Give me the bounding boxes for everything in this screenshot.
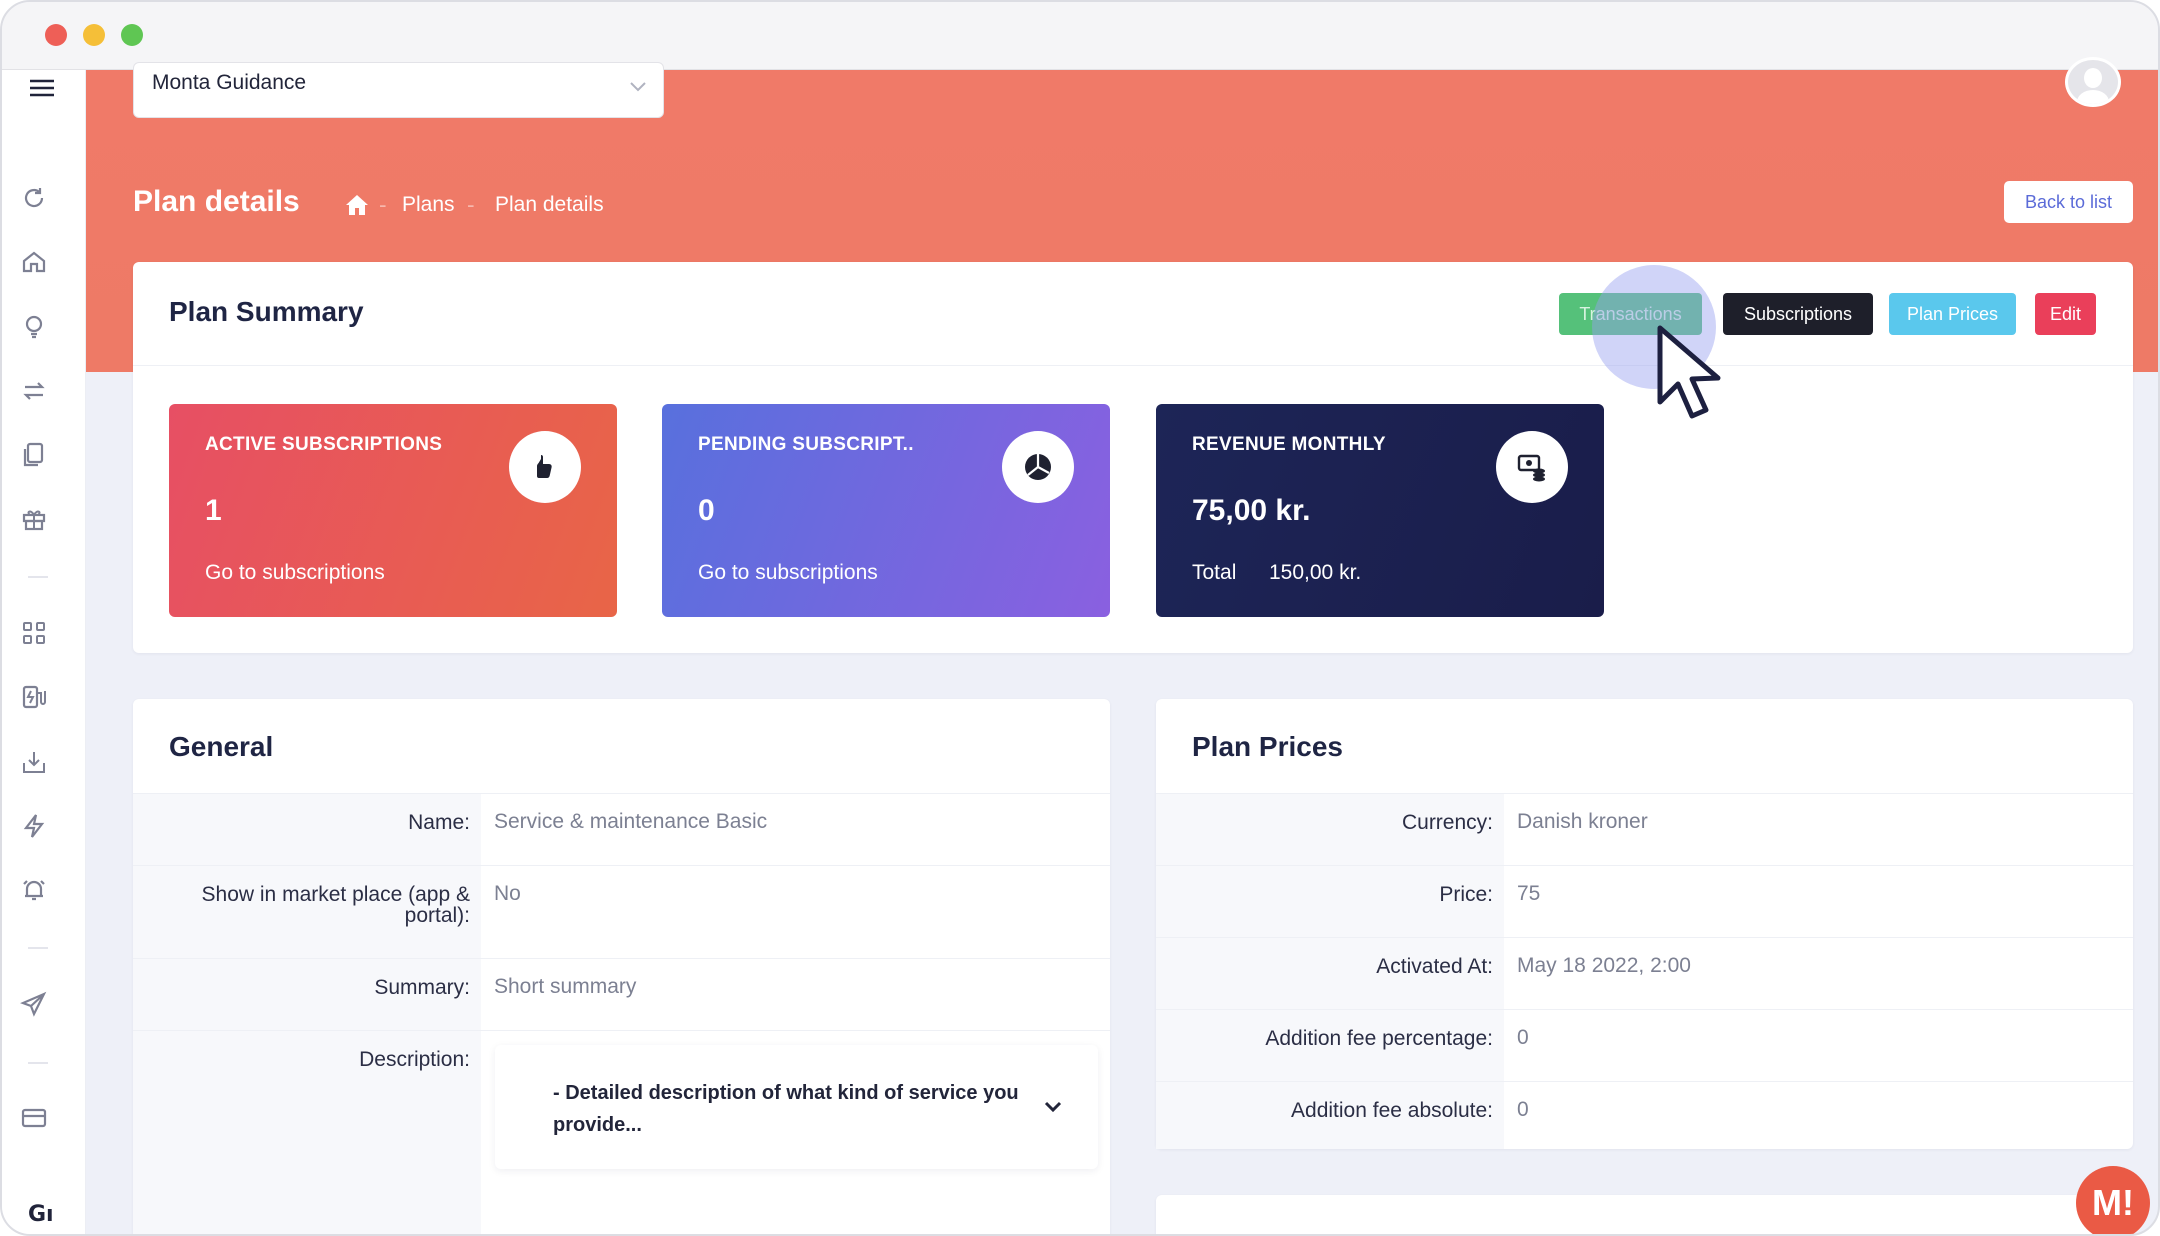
field-value: May 18 2022, 2:00 [1517, 954, 1691, 977]
field-row: Show in market place (app & portal): No [133, 866, 1110, 959]
card-icon[interactable] [20, 1104, 48, 1132]
subscriptions-button[interactable]: Subscriptions [1723, 293, 1873, 335]
lightbulb-icon[interactable] [20, 313, 48, 341]
breadcrumb-separator: - [467, 193, 475, 217]
field-row: Addition fee percentage: 0 [1156, 1010, 2133, 1082]
field-value: Danish kroner [1517, 810, 1648, 833]
avatar-head-shape [2084, 68, 2102, 88]
mouse-cursor-icon [1657, 325, 1721, 419]
browser-window: Gı Monta Guidance Plan details - Plans -… [0, 0, 2160, 1236]
general-title: General [169, 731, 274, 762]
field-label: Addition fee absolute: [1291, 1099, 1493, 1122]
menu-icon[interactable] [28, 74, 56, 102]
sidebar-divider [28, 576, 48, 578]
plan-prices-button[interactable]: Plan Prices [1889, 293, 2016, 335]
stat-icon-circle [509, 431, 581, 503]
breadcrumb-home-icon[interactable] [344, 192, 370, 218]
lightning-icon[interactable] [20, 812, 48, 840]
alarm-icon[interactable] [20, 876, 48, 904]
breadcrumb-plan-details: Plan details [495, 193, 604, 216]
field-label: Show in market place (app & portal): [201, 883, 470, 927]
window-titlebar [2, 2, 2158, 70]
plan-summary-card: Plan Summary Transactions Subscriptions … [133, 262, 2133, 653]
sidebar-divider [28, 1062, 48, 1064]
field-row: Summary: Short summary [133, 959, 1110, 1031]
stat-value: 75,00 kr. [1192, 494, 1311, 527]
breadcrumb-separator: - [379, 193, 387, 217]
stat-label: ACTIVE SUBSCRIPTIONS [205, 434, 443, 455]
breadcrumb-plans[interactable]: Plans [402, 193, 455, 217]
sidebar-divider [28, 947, 48, 949]
go-to-subscriptions-link[interactable]: Go to subscriptions [205, 561, 385, 585]
chat-launcher-button[interactable]: M! [2076, 1166, 2150, 1234]
field-label: Activated At: [1376, 955, 1493, 978]
stat-total-label: Total [1192, 561, 1237, 584]
money-icon [1517, 454, 1545, 482]
field-value: Short summary [494, 975, 637, 998]
stat-label: REVENUE MONTHLY [1192, 434, 1386, 455]
charger-icon[interactable] [20, 683, 48, 711]
next-card-partial [1156, 1195, 2133, 1234]
description-text: - Detailed description of what kind of s… [553, 1082, 1019, 1136]
organization-select[interactable]: Monta Guidance [133, 62, 664, 118]
transfer-icon[interactable] [20, 377, 48, 405]
field-label: Name: [408, 811, 470, 834]
plan-prices-card: Plan Prices Currency: Danish kroner Pric… [1156, 699, 2133, 1149]
chevron-down-icon [627, 75, 649, 97]
field-value: 75 [1517, 882, 1541, 905]
page-title: Plan details [133, 185, 300, 218]
sidebar-footer-text: Gı [28, 1202, 54, 1227]
plan-prices-title: Plan Prices [1192, 731, 1343, 762]
maximize-window-button[interactable] [121, 24, 143, 46]
organization-select-value: Monta Guidance [152, 71, 307, 94]
sidebar: Gı [2, 70, 86, 1234]
field-value: Service & maintenance Basic [494, 810, 768, 833]
user-avatar[interactable] [2065, 57, 2121, 107]
apps-icon[interactable] [20, 619, 48, 647]
download-icon[interactable] [20, 748, 48, 776]
avatar-body-shape [2077, 90, 2109, 104]
back-to-list-button[interactable]: Back to list [2004, 181, 2133, 223]
general-card: General Name: Service & maintenance Basi… [133, 699, 1110, 1234]
field-value: 0 [1517, 1098, 1529, 1121]
field-row: Price: 75 [1156, 866, 2133, 938]
go-to-subscriptions-link[interactable]: Go to subscriptions [698, 561, 878, 585]
stat-label: PENDING SUBSCRIPT.. [698, 434, 914, 455]
field-label: Description: [359, 1048, 470, 1071]
gift-icon[interactable] [20, 505, 48, 533]
field-row: Addition fee absolute: 0 [1156, 1082, 2133, 1149]
close-window-button[interactable] [45, 24, 67, 46]
send-icon[interactable] [20, 990, 48, 1018]
refresh-icon[interactable] [20, 184, 48, 212]
field-value: 0 [1517, 1026, 1529, 1049]
pie-chart-icon [1025, 454, 1051, 480]
field-row: Activated At: May 18 2022, 2:00 [1156, 938, 2133, 1010]
plan-summary-header: Plan Summary Transactions Subscriptions … [133, 262, 2133, 366]
pending-subscriptions-stat: PENDING SUBSCRIPT.. 0 Go to subscription… [662, 404, 1110, 617]
description-accordion[interactable]: - Detailed description of what kind of s… [495, 1045, 1098, 1169]
thumb-up-icon [537, 455, 552, 478]
documents-icon[interactable] [20, 441, 48, 469]
field-label: Addition fee percentage: [1265, 1027, 1493, 1050]
home-icon[interactable] [20, 248, 48, 276]
stat-icon-circle [1496, 431, 1568, 503]
active-subscriptions-stat: ACTIVE SUBSCRIPTIONS 1 Go to subscriptio… [169, 404, 617, 617]
stat-value: 0 [698, 494, 715, 527]
stat-value: 1 [205, 494, 222, 527]
chevron-down-icon[interactable] [1042, 1095, 1064, 1117]
revenue-monthly-stat: REVENUE MONTHLY 75,00 kr. Total 150,00 k… [1156, 404, 1604, 617]
field-value: No [494, 882, 521, 905]
stat-icon-circle [1002, 431, 1074, 503]
field-row: Name: Service & maintenance Basic [133, 794, 1110, 866]
minimize-window-button[interactable] [83, 24, 105, 46]
field-label: Currency: [1401, 811, 1493, 834]
edit-button[interactable]: Edit [2035, 293, 2096, 335]
field-row: Currency: Danish kroner [1156, 794, 2133, 866]
field-label: Price: [1439, 883, 1493, 906]
plan-summary-title: Plan Summary [169, 296, 364, 327]
field-label: Summary: [374, 976, 470, 999]
stat-total-value: 150,00 kr. [1269, 561, 1362, 584]
